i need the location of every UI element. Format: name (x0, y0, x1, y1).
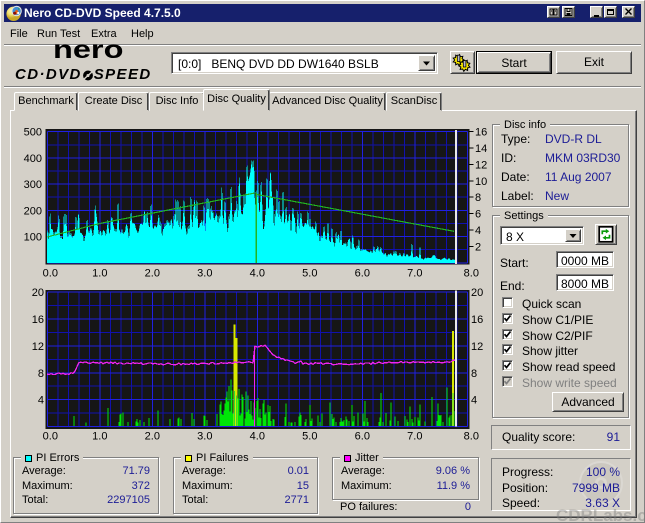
svg-text:4: 4 (38, 395, 44, 407)
svg-text:14: 14 (475, 143, 487, 155)
svg-text:8: 8 (38, 368, 44, 380)
svg-text:200: 200 (24, 205, 42, 217)
svg-text:12: 12 (475, 160, 487, 172)
svg-text:0.0: 0.0 (43, 431, 58, 443)
svg-text:6.0: 6.0 (355, 268, 370, 280)
svg-text:7.0: 7.0 (407, 268, 422, 280)
svg-text:500: 500 (24, 127, 42, 139)
svg-text:20: 20 (471, 287, 483, 299)
svg-text:3.0: 3.0 (197, 431, 212, 443)
svg-text:12: 12 (32, 341, 44, 353)
svg-text:6: 6 (475, 209, 481, 221)
svg-text:2.0: 2.0 (145, 431, 160, 443)
svg-text:16: 16 (32, 314, 44, 326)
svg-text:8: 8 (475, 192, 481, 204)
svg-text:4.0: 4.0 (250, 268, 265, 280)
svg-text:100: 100 (24, 232, 42, 244)
svg-text:300: 300 (24, 179, 42, 191)
svg-text:400: 400 (24, 153, 42, 165)
svg-text:7.0: 7.0 (407, 431, 422, 443)
svg-text:2.0: 2.0 (145, 268, 160, 280)
svg-text:5.0: 5.0 (302, 431, 317, 443)
svg-text:4: 4 (475, 225, 481, 237)
svg-text:16: 16 (471, 314, 483, 326)
svg-text:12: 12 (471, 341, 483, 353)
svg-text:10: 10 (475, 176, 487, 188)
svg-text:5.0: 5.0 (302, 268, 317, 280)
svg-text:1.0: 1.0 (92, 431, 107, 443)
svg-text:3.0: 3.0 (197, 268, 212, 280)
svg-text:6.0: 6.0 (355, 431, 370, 443)
svg-text:8: 8 (471, 368, 477, 380)
svg-text:2: 2 (475, 241, 481, 253)
svg-text:16: 16 (475, 127, 487, 139)
svg-text:0.0: 0.0 (43, 268, 58, 280)
svg-text:20: 20 (32, 287, 44, 299)
svg-text:1.0: 1.0 (92, 268, 107, 280)
svg-text:4.0: 4.0 (250, 431, 265, 443)
svg-text:8.0: 8.0 (464, 268, 479, 280)
svg-text:4: 4 (471, 395, 477, 407)
svg-text:8.0: 8.0 (464, 431, 479, 443)
